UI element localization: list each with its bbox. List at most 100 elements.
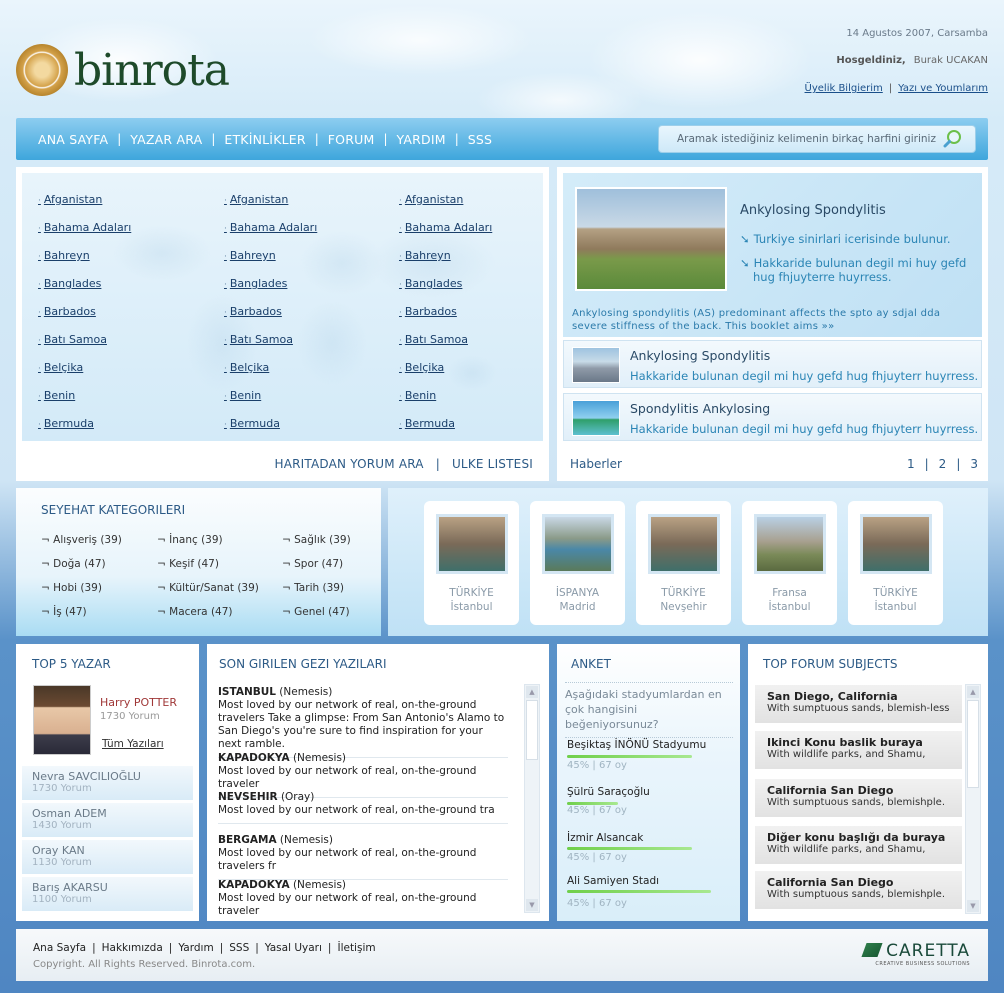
category-link[interactable]: ¬ Keşif (47) bbox=[157, 558, 219, 570]
destination-card[interactable]: TÜRKİYE Nevşehir bbox=[636, 501, 731, 625]
nav-forum[interactable]: FORUM bbox=[328, 132, 375, 147]
forum-subject[interactable]: Diğer konu başlığı da buraya With wildlif… bbox=[755, 826, 962, 864]
category-link[interactable]: ¬ Doğa (47) bbox=[41, 558, 106, 570]
map-search-link[interactable]: HARITADAN YORUM ARA bbox=[274, 457, 423, 471]
featured-bullet-cont: hug fhjuyterre huyrress. bbox=[753, 270, 892, 284]
featured-item[interactable]: Spondylitis Ankylosing Hakkaride bulunan… bbox=[563, 393, 982, 441]
forum-subject[interactable]: Ikinci Konu baslik buraya With wildlife p… bbox=[755, 731, 962, 769]
country-link[interactable]: · Bermuda bbox=[399, 417, 492, 445]
destination-card[interactable]: İSPANYA Madrid bbox=[530, 501, 625, 625]
destination-card[interactable]: Fransa İstanbul bbox=[742, 501, 837, 625]
category-link[interactable]: ¬ Kültür/Sanat (39) bbox=[157, 582, 259, 594]
country-link[interactable]: · Bahama Adaları bbox=[224, 221, 317, 249]
search-input[interactable]: Aramak istediğiniz kelimenin birkaç harf… bbox=[658, 125, 976, 153]
category-link[interactable]: ¬ İnanç (39) bbox=[157, 534, 223, 546]
category-link[interactable]: ¬ Tarih (39) bbox=[282, 582, 344, 594]
poll-option[interactable]: Beşiktaş İNÖNÜ Stadyumu bbox=[567, 739, 706, 751]
footer-link[interactable]: Yardım bbox=[178, 942, 213, 954]
country-link[interactable]: · Bermuda bbox=[224, 417, 317, 445]
featured-author-name[interactable]: Harry POTTER bbox=[100, 696, 177, 709]
category-link[interactable]: ¬ Macera (47) bbox=[157, 606, 233, 618]
country-link[interactable]: · Belçika bbox=[224, 361, 317, 389]
caretta-logo[interactable]: CARETTA CREATIVE BUSINESS SOLUTIONS bbox=[861, 941, 970, 967]
featured-description[interactable]: Ankylosing spondylitis (AS) predominant … bbox=[572, 307, 972, 333]
author-list-item[interactable]: Osman ADEM 1430 Yorum bbox=[22, 803, 193, 837]
author-list-item[interactable]: Nevra SAVCILIOĞLU 1730 Yorum bbox=[22, 766, 193, 800]
country-link[interactable]: · Benin bbox=[399, 389, 492, 417]
all-posts-link[interactable]: Tüm Yazıları bbox=[102, 738, 164, 750]
site-logo[interactable]: binrota bbox=[16, 42, 246, 98]
country-link[interactable]: · Bahama Adaları bbox=[38, 221, 131, 249]
country-link[interactable]: · Barbados bbox=[399, 305, 492, 333]
country-link[interactable]: · Bahreyn bbox=[38, 249, 131, 277]
trip-entry[interactable]: NEVSEHIR (Oray) Most loved by our network… bbox=[218, 791, 508, 824]
page-1[interactable]: 1 bbox=[907, 457, 915, 471]
poll-stats: 45% | 67 oy bbox=[567, 805, 627, 816]
page-2[interactable]: 2 bbox=[939, 457, 947, 471]
featured-image[interactable] bbox=[575, 187, 727, 291]
footer-links: Ana Sayfa | Hakkımızda | Yardım | SSS | Yasal Uy… bbox=[33, 942, 376, 954]
category-link[interactable]: ¬ Spor (47) bbox=[282, 558, 343, 570]
country-link[interactable]: · Batı Samoa bbox=[399, 333, 492, 361]
poll-option[interactable]: Ali Samiyen Stadı bbox=[567, 875, 659, 887]
welcome-message: Hosgeldiniz, Burak UCAKAN bbox=[836, 55, 988, 66]
forum-scrollbar[interactable]: ▲ ▼ bbox=[965, 684, 981, 914]
page-3[interactable]: 3 bbox=[970, 457, 978, 471]
author-list-item[interactable]: Oray KAN 1130 Yorum bbox=[22, 840, 193, 874]
search-icon[interactable] bbox=[943, 129, 963, 149]
forum-subject[interactable]: California San Diego With sumptuous sands… bbox=[755, 871, 962, 909]
country-link[interactable]: · Bahama Adaları bbox=[399, 221, 492, 249]
country-link[interactable]: · Barbados bbox=[38, 305, 131, 333]
trip-entry[interactable]: ISTANBUL (Nemesis) Most loved by our netw… bbox=[218, 686, 508, 758]
profile-link[interactable]: Üyelik Bilgierim bbox=[805, 83, 883, 94]
nav-faq[interactable]: SSS bbox=[468, 132, 492, 147]
author-list-item[interactable]: Barış AKARSU 1100 Yorum bbox=[22, 877, 193, 911]
country-link[interactable]: · Afganistan bbox=[399, 193, 492, 221]
featured-item[interactable]: Ankylosing Spondylitis Hakkaride bulunan… bbox=[563, 340, 982, 388]
country-link[interactable]: · Afganistan bbox=[38, 193, 131, 221]
country-link[interactable]: · Belçika bbox=[399, 361, 492, 389]
destination-card[interactable]: TÜRKİYE İstanbul bbox=[424, 501, 519, 625]
nav-help[interactable]: YARDIM bbox=[397, 132, 446, 147]
country-list-link[interactable]: ULKE LISTESI bbox=[452, 457, 533, 471]
footer-link[interactable]: Hakkımızda bbox=[102, 942, 163, 954]
country-link[interactable]: · Banglades bbox=[224, 277, 317, 305]
author-avatar[interactable] bbox=[33, 685, 91, 755]
country-link[interactable]: · Bahreyn bbox=[399, 249, 492, 277]
footer-link[interactable]: Yasal Uyarı bbox=[265, 942, 322, 954]
footer-link[interactable]: Ana Sayfa bbox=[33, 942, 86, 954]
my-posts-link[interactable]: Yazı ve Youmlarım bbox=[898, 83, 988, 94]
trips-scrollbar[interactable]: ▲ ▼ bbox=[524, 684, 540, 913]
trip-entry[interactable]: BERGAMA (Nemesis) Most loved by our netwo… bbox=[218, 834, 508, 880]
country-link[interactable]: · Banglades bbox=[399, 277, 492, 305]
category-link[interactable]: ¬ İş (47) bbox=[41, 606, 87, 618]
country-link[interactable]: · Benin bbox=[38, 389, 131, 417]
destination-card[interactable]: TÜRKİYE İstanbul bbox=[848, 501, 943, 625]
category-link[interactable]: ¬ Genel (47) bbox=[282, 606, 350, 618]
country-link[interactable]: · Afganistan bbox=[224, 193, 317, 221]
country-link[interactable]: · Banglades bbox=[38, 277, 131, 305]
forum-subject[interactable]: San Diego, California With sumptuous sand… bbox=[755, 685, 962, 723]
country-link[interactable]: · Bahreyn bbox=[224, 249, 317, 277]
poll-option[interactable]: Şülrü Saraçoğlu bbox=[567, 786, 650, 798]
nav-home[interactable]: ANA SAYFA bbox=[38, 132, 108, 147]
category-link[interactable]: ¬ Hobi (39) bbox=[41, 582, 102, 594]
country-link[interactable]: · Bermuda bbox=[38, 417, 131, 445]
country-link[interactable]: · Barbados bbox=[224, 305, 317, 333]
category-link[interactable]: ¬ Alışveriş (39) bbox=[41, 534, 122, 546]
footer-link[interactable]: SSS bbox=[229, 942, 249, 954]
news-label[interactable]: Haberler bbox=[570, 457, 622, 471]
country-link[interactable]: · Belçika bbox=[38, 361, 131, 389]
poll-option[interactable]: İzmir Alsancak bbox=[567, 832, 643, 844]
forum-subject[interactable]: California San Diego With sumptuous sands… bbox=[755, 779, 962, 817]
nav-search-author[interactable]: YAZAR ARA bbox=[130, 132, 202, 147]
featured-title[interactable]: Ankylosing Spondylitis bbox=[740, 203, 886, 218]
country-link[interactable]: · Benin bbox=[224, 389, 317, 417]
nav-events[interactable]: ETKİNLİKLER bbox=[224, 132, 305, 147]
featured-author-count: 1730 Yorum bbox=[100, 711, 160, 722]
footer-link[interactable]: İletişim bbox=[337, 942, 375, 954]
country-link[interactable]: · Batı Samoa bbox=[224, 333, 317, 361]
trip-entry[interactable]: KAPADOKYA (Nemesis) Most loved by our net… bbox=[218, 879, 508, 924]
category-link[interactable]: ¬ Sağlık (39) bbox=[282, 534, 351, 546]
country-link[interactable]: · Batı Samoa bbox=[38, 333, 131, 361]
